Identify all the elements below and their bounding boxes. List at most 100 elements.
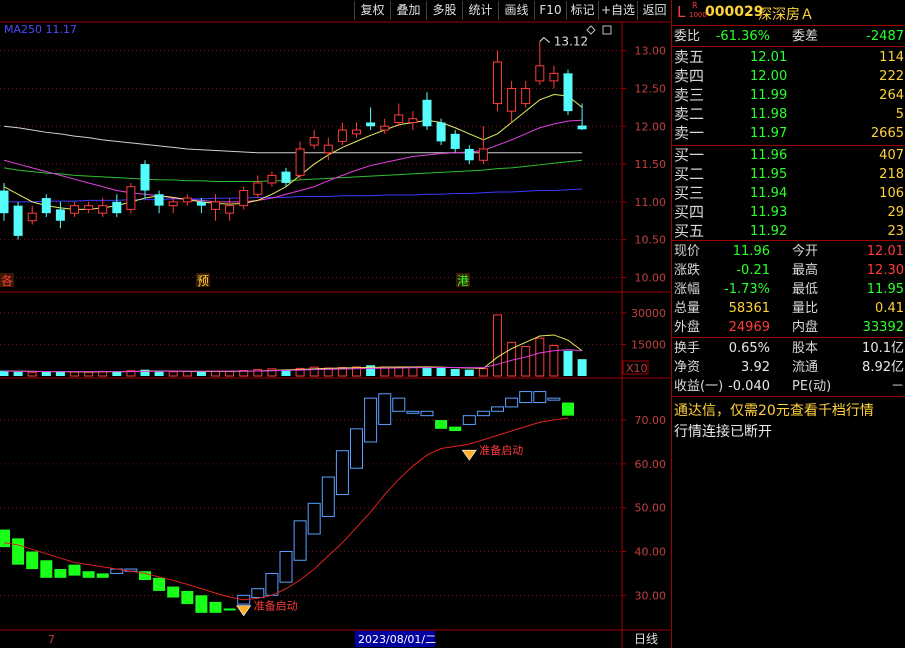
level-label: 卖四: [674, 67, 705, 85]
sell-level-2[interactable]: 卖二 11.98 5: [672, 105, 905, 124]
toolbar-back-button[interactable]: 返回: [637, 1, 671, 20]
indicator-bar: [321, 476, 335, 517]
row-label: 涨幅: [674, 282, 701, 297]
candle-body: [464, 148, 474, 161]
moving-average-line: [3, 159, 583, 182]
toolbar-stats-button[interactable]: 统计: [462, 1, 498, 20]
ad-message[interactable]: 通达信，仅需20元查看千档行情: [674, 400, 874, 420]
indicator-bar: [54, 569, 67, 578]
sell-level-5[interactable]: 卖五 12.01 114: [672, 48, 905, 67]
price-tick-label: 12.00: [635, 120, 667, 133]
row-volume: 0.41: [875, 301, 904, 316]
candle-body: [408, 118, 418, 123]
candle-body: [535, 65, 545, 82]
volume-bar: [84, 371, 94, 377]
level-price: 11.92: [750, 224, 788, 239]
signal-diamond-icon: [461, 449, 477, 461]
candle-body: [507, 87, 517, 112]
candle-body: [112, 201, 122, 214]
indicator-bar: [392, 397, 406, 412]
indicator-bar: [181, 590, 194, 605]
price-tick-label: 12.50: [635, 82, 667, 95]
indicator-bar: [462, 415, 476, 425]
candle-body: [309, 137, 319, 146]
indicator-bar: [307, 502, 321, 535]
toolbar-mark-button[interactable]: 标记: [566, 1, 598, 20]
candle-body: [436, 122, 446, 142]
candle-body: [366, 122, 376, 127]
event-marker: 港: [457, 274, 469, 288]
row-label: 外盘: [674, 320, 701, 335]
volume-bar: [577, 359, 587, 376]
indicator-bar: [96, 573, 109, 578]
indicator-tick-label: 30.00: [635, 589, 667, 602]
level-volume: 264: [879, 88, 904, 103]
top-toolbar: 复权 叠加 多股 统计 画线 F10 标记 +自选 返回: [0, 0, 670, 22]
toolbar-restore-rights-button[interactable]: 复权: [354, 1, 390, 20]
row-label: 总量: [674, 301, 701, 316]
quote-row: 涨幅 -1.73% 最低 11.95: [672, 280, 905, 299]
chart-area[interactable]: 13.12MA250 11.17各预港 准备启动准备启动 13.0012.501…: [0, 0, 670, 648]
volume-bar: [168, 371, 178, 377]
volume-bar: [225, 371, 235, 377]
price-candlestick-chart: 13.12 MA250 11.17 各 预 港: [0, 23, 588, 288]
row-label: 收益(一): [674, 379, 724, 394]
toolbar-multi-stock-button[interactable]: 多股: [426, 1, 462, 20]
level-volume: 222: [879, 69, 904, 84]
sell-level-1[interactable]: 卖一 11.97 2665: [672, 124, 905, 143]
row-label-2: PE(动): [792, 379, 832, 394]
toolbar-add-watchlist-button[interactable]: +自选: [598, 1, 637, 20]
volume-unit-label: X10: [626, 362, 648, 375]
sell-level-3[interactable]: 卖三 11.99 264: [672, 86, 905, 105]
candle-body: [394, 114, 404, 123]
moving-average-line: [3, 125, 583, 154]
indicator-bar: [153, 577, 166, 591]
indicator-bar: [12, 538, 25, 565]
buy-level-1[interactable]: 买一 11.96 407: [672, 146, 905, 165]
indicator-bar: [364, 397, 378, 443]
level-price: 12.00: [750, 69, 788, 84]
indicator-bar: [209, 601, 222, 613]
indicator-tick-label: 50.00: [635, 502, 667, 515]
window-toggle-icon: [602, 25, 612, 35]
buy-level-4[interactable]: 买四 11.93 29: [672, 203, 905, 222]
buy-level-3[interactable]: 买三 11.94 106: [672, 184, 905, 203]
buy-level-5[interactable]: 买五 11.92 23: [672, 222, 905, 241]
candle-body: [27, 212, 37, 222]
volume-bar: [196, 371, 206, 376]
row-value: 0.65%: [728, 341, 770, 356]
volume-tick-label: 15000: [631, 338, 666, 351]
level-label: 买五: [674, 222, 705, 240]
level-label: 卖三: [674, 86, 705, 104]
toolbar-overlay-button[interactable]: 叠加: [390, 1, 426, 20]
indicator-tick-label: 70.00: [635, 414, 667, 427]
toolbar-f10-button[interactable]: F10: [534, 1, 566, 20]
volume-bar: [464, 369, 474, 376]
diamond-icon: [586, 25, 596, 35]
indicator-bar: [378, 393, 392, 425]
buy-level-2[interactable]: 买二 11.95 218: [672, 165, 905, 184]
level-label: 买一: [674, 146, 705, 164]
peak-marker: [539, 36, 551, 43]
indicator-bar: [562, 402, 574, 416]
candle-body: [154, 194, 164, 206]
cursor-date-label: 2023/08/01/二: [358, 633, 436, 646]
candle-body: [493, 61, 502, 105]
candle-body: [577, 125, 587, 130]
row-volume: 12.30: [866, 263, 904, 278]
volume-bar: [408, 366, 418, 377]
toolbar-draw-line-button[interactable]: 画线: [498, 1, 534, 20]
fundamental-row: 净资 3.92 流通 8.92亿: [672, 358, 905, 377]
level-price: 11.93: [750, 205, 788, 220]
diff-label: 委差: [792, 29, 819, 44]
row-value: 58361: [728, 301, 770, 316]
order-ratio-row: 委比 -61.36% 委差 -2487: [672, 27, 905, 46]
volume-bar: [450, 369, 460, 376]
row-volume: 33392: [862, 320, 904, 335]
bottom-left-label: 7: [48, 633, 55, 646]
row-value: -0.21: [736, 263, 770, 278]
period-label[interactable]: 日线: [634, 632, 658, 646]
sell-level-4[interactable]: 卖四 12.00 222: [672, 67, 905, 86]
indicator-bar: [251, 588, 265, 599]
volume-bar: [535, 337, 545, 377]
